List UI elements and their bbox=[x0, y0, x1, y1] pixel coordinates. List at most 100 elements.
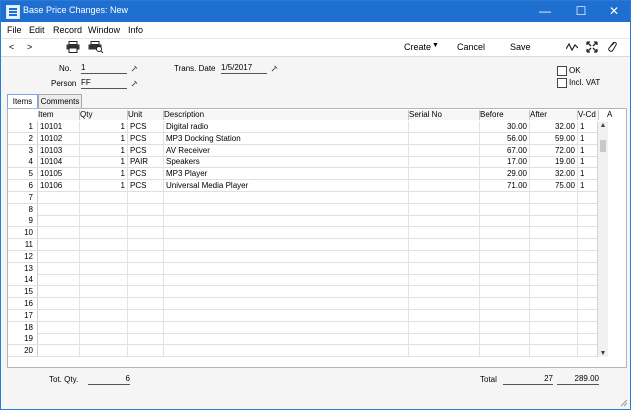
cell-description[interactable] bbox=[164, 250, 409, 262]
table-row[interactable]: 20 bbox=[8, 345, 598, 358]
table-row[interactable]: 2 10102 1 PCS MP3 Docking Station 56.00 59.00 1 bbox=[8, 132, 598, 145]
cell-serial-no[interactable] bbox=[409, 132, 480, 144]
maximize-button[interactable]: ☐ bbox=[564, 2, 598, 21]
cell-v-cd[interactable]: 1 bbox=[578, 180, 598, 191]
cell-item[interactable] bbox=[38, 321, 80, 333]
cell-after[interactable] bbox=[530, 203, 578, 215]
cell-item[interactable] bbox=[38, 298, 80, 309]
cell-before[interactable] bbox=[480, 345, 530, 357]
cell-item[interactable] bbox=[38, 203, 80, 215]
create-button[interactable]: Create bbox=[404, 42, 431, 52]
cell-v-cd[interactable]: 1 bbox=[578, 121, 598, 132]
cell-after[interactable] bbox=[530, 215, 578, 227]
cell-qty[interactable] bbox=[80, 203, 128, 215]
cell-unit[interactable] bbox=[128, 239, 164, 250]
cell-item[interactable] bbox=[38, 345, 80, 357]
cell-description[interactable] bbox=[164, 298, 409, 309]
table-row[interactable]: 3 10103 1 PCS AV Receiver 67.00 72.00 1 bbox=[8, 144, 598, 157]
cell-description[interactable] bbox=[164, 215, 409, 227]
table-row[interactable]: 5 10105 1 PCS MP3 Player 29.00 32.00 1 bbox=[8, 168, 598, 181]
column-header-serial-no[interactable]: Serial No bbox=[409, 110, 480, 120]
no-field[interactable]: 1 bbox=[81, 63, 127, 74]
cell-before[interactable] bbox=[480, 286, 530, 298]
cell-unit[interactable] bbox=[128, 298, 164, 309]
table-row[interactable]: 8 bbox=[8, 203, 598, 216]
menu-window[interactable]: Window bbox=[88, 25, 120, 35]
cell-serial-no[interactable] bbox=[409, 286, 480, 298]
cell-qty[interactable] bbox=[80, 274, 128, 286]
cell-before[interactable] bbox=[480, 274, 530, 286]
back-button[interactable]: < bbox=[9, 42, 14, 52]
cell-after[interactable] bbox=[530, 227, 578, 239]
paste-icon[interactable] bbox=[271, 65, 278, 72]
cell-serial-no[interactable] bbox=[409, 345, 480, 357]
cell-v-cd[interactable] bbox=[578, 321, 598, 333]
cell-after[interactable] bbox=[530, 298, 578, 309]
table-row[interactable]: 19 bbox=[8, 333, 598, 346]
cell-qty[interactable] bbox=[80, 262, 128, 274]
cell-before[interactable] bbox=[480, 250, 530, 262]
cell-before[interactable]: 30.00 bbox=[480, 121, 530, 132]
cell-description[interactable]: MP3 Docking Station bbox=[164, 132, 409, 144]
tab-items[interactable]: Items bbox=[7, 94, 38, 108]
table-row[interactable]: 10 bbox=[8, 227, 598, 240]
cell-v-cd[interactable] bbox=[578, 227, 598, 239]
column-header-unit[interactable]: Unit bbox=[128, 110, 164, 120]
cell-before[interactable] bbox=[480, 262, 530, 274]
cell-qty[interactable] bbox=[80, 215, 128, 227]
cell-before[interactable]: 67.00 bbox=[480, 144, 530, 156]
cell-v-cd[interactable] bbox=[578, 215, 598, 227]
cell-v-cd[interactable] bbox=[578, 286, 598, 298]
cell-qty[interactable] bbox=[80, 286, 128, 298]
cell-unit[interactable] bbox=[128, 215, 164, 227]
cell-qty[interactable]: 1 bbox=[80, 132, 128, 144]
table-row[interactable]: 13 bbox=[8, 262, 598, 275]
cell-v-cd[interactable]: 1 bbox=[578, 144, 598, 156]
print-icon[interactable] bbox=[66, 41, 80, 53]
cell-after[interactable]: 32.00 bbox=[530, 168, 578, 180]
cell-unit[interactable] bbox=[128, 333, 164, 345]
cell-serial-no[interactable] bbox=[409, 180, 480, 191]
column-header-v-cd[interactable]: V-Cd bbox=[578, 110, 599, 120]
cell-qty[interactable]: 1 bbox=[80, 156, 128, 168]
cell-qty[interactable]: 1 bbox=[80, 144, 128, 156]
menu-record[interactable]: Record bbox=[53, 25, 82, 35]
table-row[interactable]: 12 bbox=[8, 250, 598, 263]
cell-after[interactable] bbox=[530, 191, 578, 203]
print-preview-icon[interactable] bbox=[88, 41, 104, 53]
cell-after[interactable]: 59.00 bbox=[530, 132, 578, 144]
cell-v-cd[interactable]: 1 bbox=[578, 156, 598, 168]
cell-qty[interactable]: 1 bbox=[80, 121, 128, 132]
cell-qty[interactable] bbox=[80, 298, 128, 309]
cell-before[interactable]: 56.00 bbox=[480, 132, 530, 144]
cell-qty[interactable] bbox=[80, 227, 128, 239]
cell-unit[interactable] bbox=[128, 321, 164, 333]
cell-after[interactable] bbox=[530, 333, 578, 345]
cell-before[interactable] bbox=[480, 227, 530, 239]
cell-v-cd[interactable] bbox=[578, 298, 598, 309]
cell-before[interactable]: 29.00 bbox=[480, 168, 530, 180]
cell-serial-no[interactable] bbox=[409, 191, 480, 203]
attachment-icon[interactable] bbox=[606, 41, 618, 53]
column-header-qty[interactable]: Qty bbox=[80, 110, 128, 120]
table-row[interactable]: 17 bbox=[8, 309, 598, 322]
cell-v-cd[interactable] bbox=[578, 250, 598, 262]
cell-serial-no[interactable] bbox=[409, 215, 480, 227]
tab-comments[interactable]: Comments bbox=[38, 94, 82, 108]
cell-v-cd[interactable]: 1 bbox=[578, 168, 598, 180]
cell-serial-no[interactable] bbox=[409, 250, 480, 262]
paste-icon[interactable] bbox=[131, 65, 138, 72]
cell-before[interactable] bbox=[480, 215, 530, 227]
cell-item[interactable] bbox=[38, 274, 80, 286]
table-row[interactable]: 14 bbox=[8, 274, 598, 287]
cell-description[interactable] bbox=[164, 274, 409, 286]
cell-qty[interactable]: 1 bbox=[80, 180, 128, 191]
cell-item[interactable] bbox=[38, 286, 80, 298]
table-row[interactable]: 1 10101 1 PCS Digital radio 30.00 32.00 1 bbox=[8, 121, 598, 133]
cell-v-cd[interactable] bbox=[578, 203, 598, 215]
cell-qty[interactable] bbox=[80, 250, 128, 262]
cell-unit[interactable]: PCS bbox=[128, 132, 164, 144]
table-row[interactable]: 6 10106 1 PCS Universal Media Player 71.00 75.… bbox=[8, 180, 598, 192]
cell-description[interactable]: Digital radio bbox=[164, 121, 409, 132]
scroll-up-icon[interactable]: ▲ bbox=[598, 122, 608, 129]
